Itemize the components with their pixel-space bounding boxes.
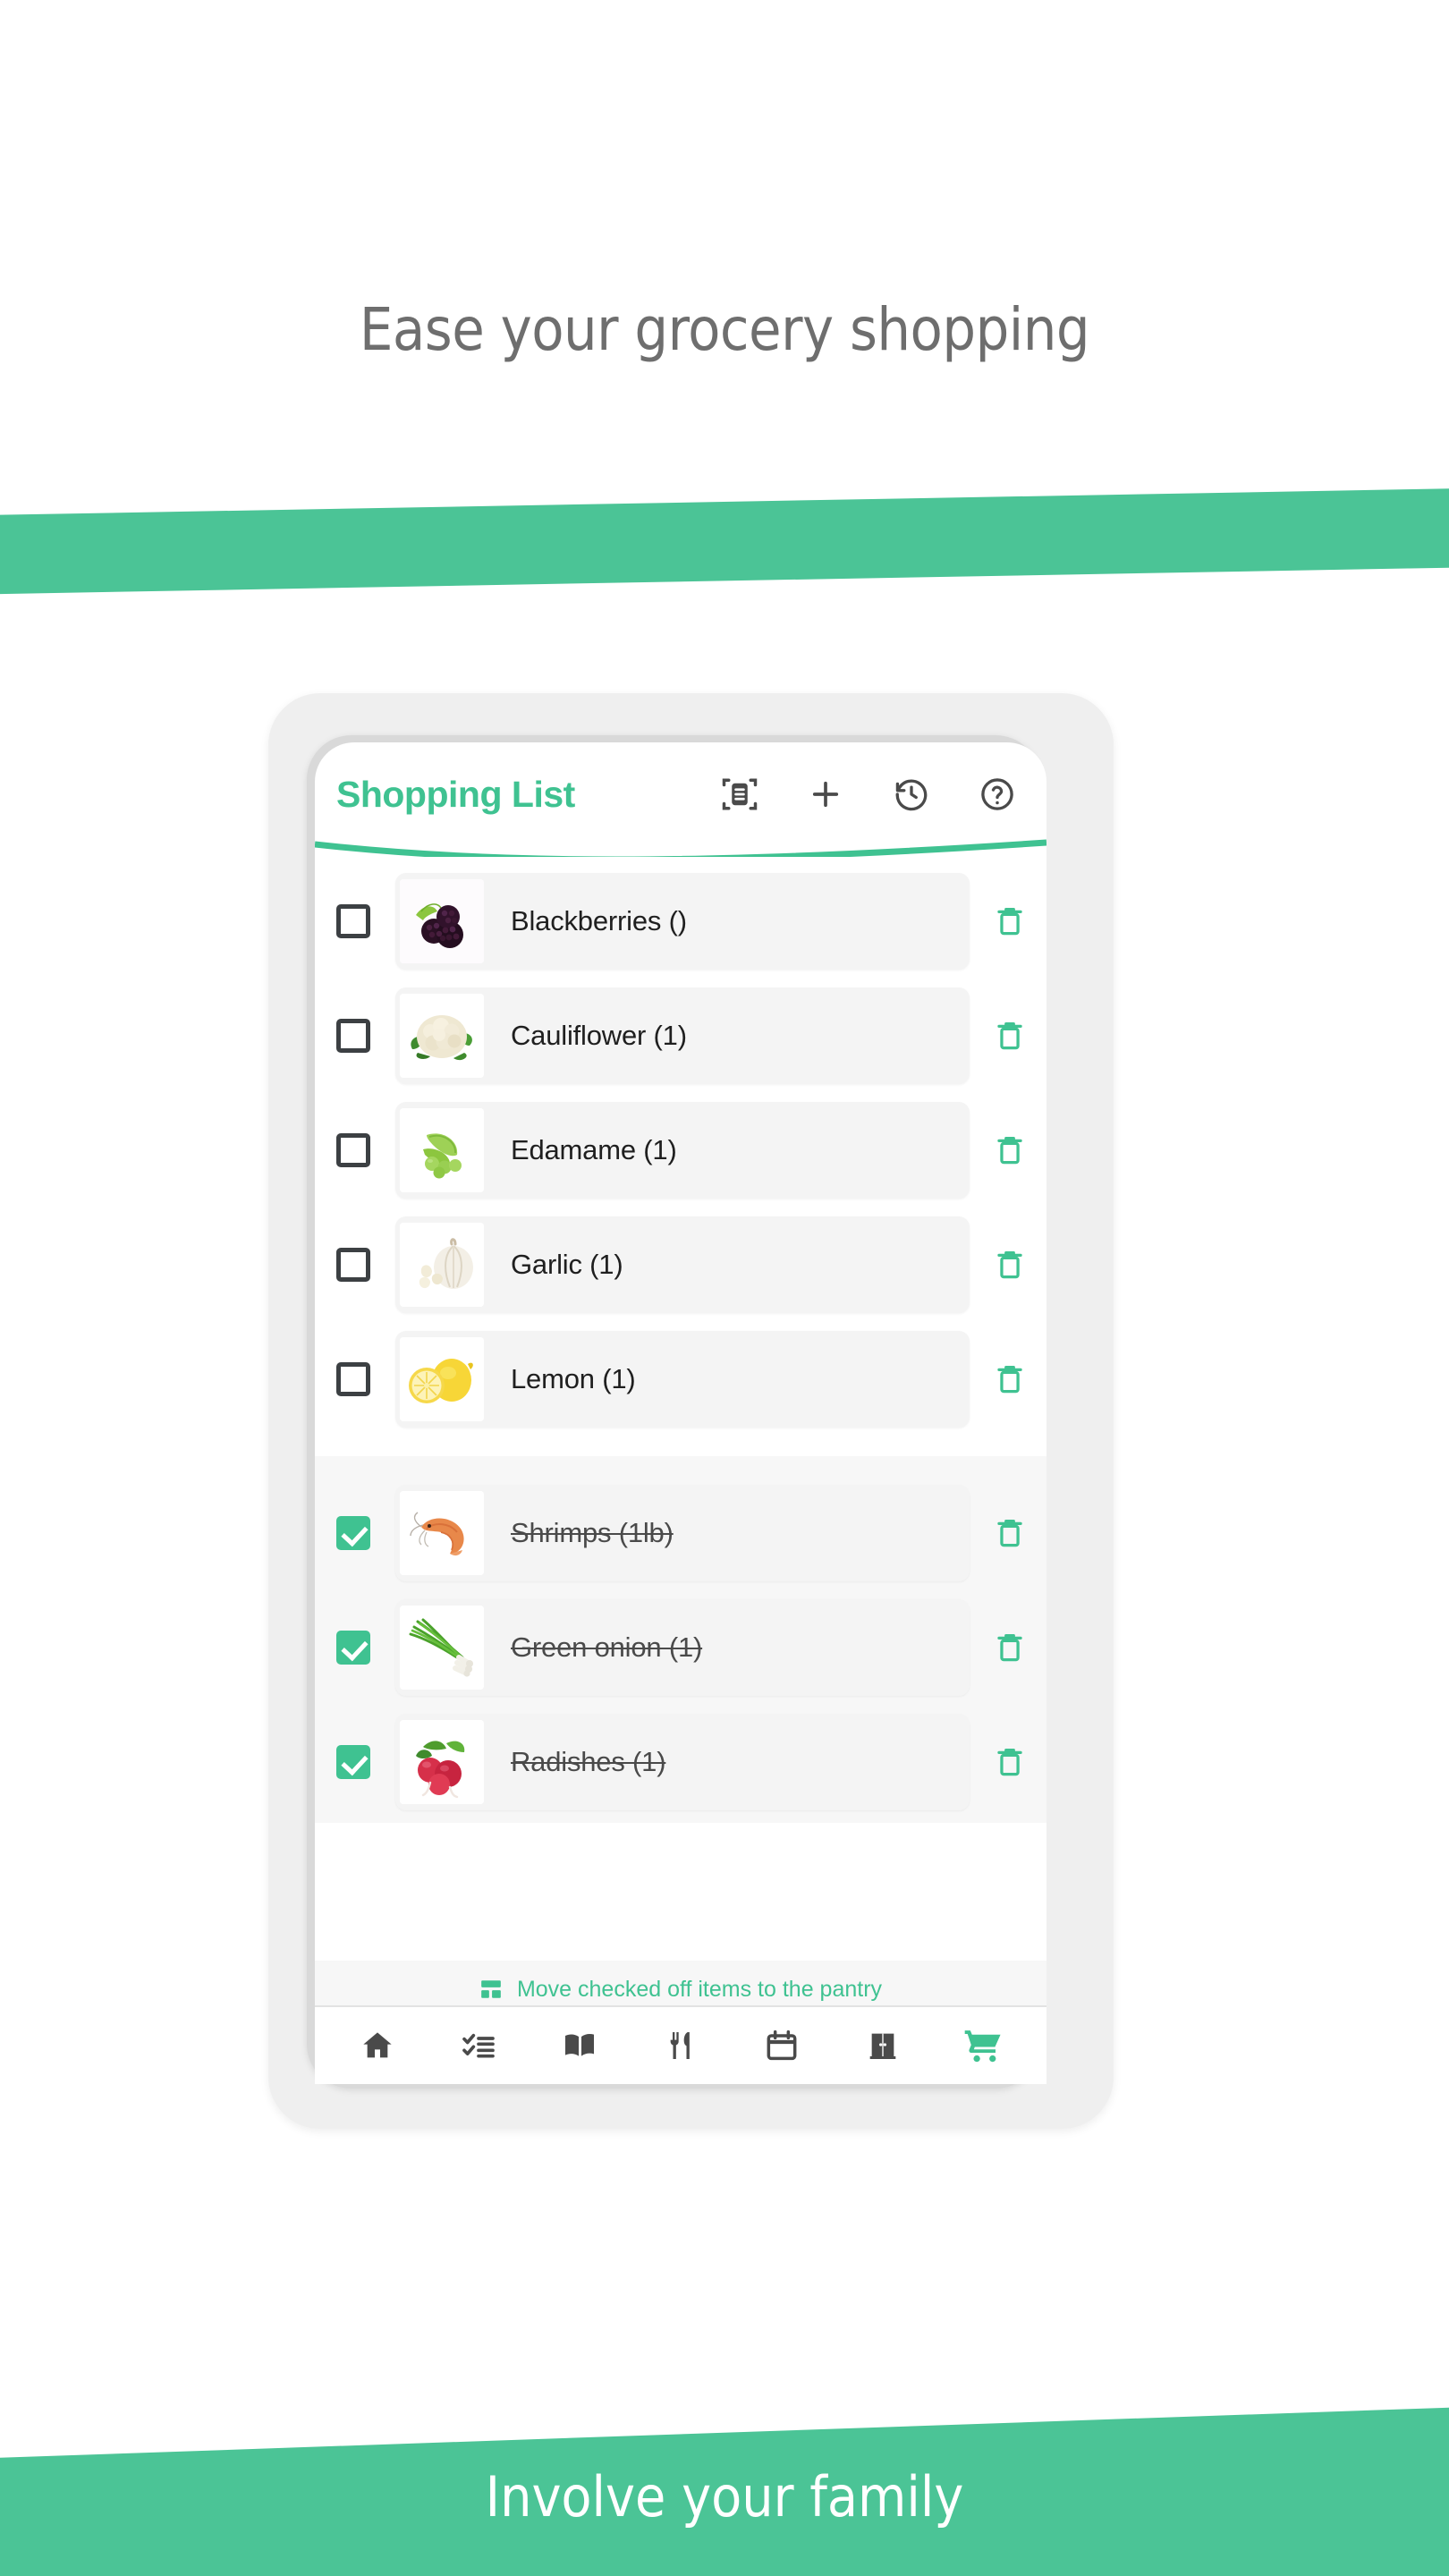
page-title: Shopping List <box>336 773 575 815</box>
shopping-list[interactable]: Blackberries () Cauliflower (1) Edamame … <box>315 857 1046 1957</box>
phone-screen: Shopping List Blackberries () Cauliflowe… <box>315 742 1046 2084</box>
item-checkbox[interactable] <box>336 904 370 938</box>
item-label: Cauliflower (1) <box>511 1020 687 1051</box>
history-icon[interactable] <box>891 774 932 815</box>
item-checkbox[interactable] <box>336 1133 370 1167</box>
promo-screenshot: Ease your grocery shopping Shopping List <box>0 0 1449 2576</box>
list-item[interactable]: Cauliflower (1) <box>315 979 1046 1093</box>
section-checked-items: Shrimps (1lb) Green onion (1) Radishes (… <box>315 1456 1046 1823</box>
move-to-pantry-label: Move checked off items to the pantry <box>516 1976 883 2002</box>
delete-icon[interactable] <box>982 1502 1038 1564</box>
scan-barcode-icon[interactable] <box>719 774 760 815</box>
item-card[interactable]: Garlic (1) <box>395 1216 970 1313</box>
cauliflower-image <box>400 994 484 1078</box>
item-card[interactable]: Cauliflower (1) <box>395 987 970 1084</box>
lemon-image <box>400 1337 484 1421</box>
promo-footer-headline: Involve your family <box>485 2464 964 2529</box>
green-onion-image <box>400 1606 484 1690</box>
nav-pantry-icon[interactable] <box>855 2018 911 2073</box>
item-label: Green onion (1) <box>511 1631 703 1663</box>
dashboard-icon <box>479 1978 503 2001</box>
item-checkbox[interactable] <box>336 1516 370 1550</box>
delete-icon[interactable] <box>982 1004 1038 1067</box>
item-card[interactable]: Blackberries () <box>395 873 970 970</box>
nav-lists-icon[interactable] <box>451 2018 506 2073</box>
delete-icon[interactable] <box>982 1731 1038 1793</box>
list-item[interactable]: Shrimps (1lb) <box>315 1476 1046 1590</box>
promo-headline: Ease your grocery shopping <box>359 295 1090 364</box>
nav-calendar-icon[interactable] <box>754 2018 809 2073</box>
item-card[interactable]: Edamame (1) <box>395 1102 970 1199</box>
garlic-image <box>400 1223 484 1307</box>
edamame-image <box>400 1108 484 1192</box>
app-header: Shopping List <box>315 742 1046 846</box>
header-actions <box>719 774 1027 815</box>
item-card[interactable]: Radishes (1) <box>395 1714 970 1810</box>
list-item[interactable]: Lemon (1) <box>315 1322 1046 1436</box>
item-checkbox[interactable] <box>336 1745 370 1779</box>
nav-cart-icon[interactable] <box>955 2018 1011 2073</box>
delete-icon[interactable] <box>982 1233 1038 1296</box>
nav-recipes-icon[interactable] <box>552 2018 607 2073</box>
delete-icon[interactable] <box>982 1348 1038 1411</box>
item-card[interactable]: Shrimps (1lb) <box>395 1485 970 1581</box>
delete-icon[interactable] <box>982 1119 1038 1182</box>
list-item[interactable]: Green onion (1) <box>315 1590 1046 1705</box>
list-item[interactable]: Edamame (1) <box>315 1093 1046 1208</box>
item-checkbox[interactable] <box>336 1362 370 1396</box>
blackberries-image <box>400 879 484 963</box>
bottom-navigation[interactable] <box>315 2005 1046 2084</box>
item-label: Edamame (1) <box>511 1134 677 1165</box>
add-icon[interactable] <box>805 774 846 815</box>
help-icon[interactable] <box>977 774 1018 815</box>
item-checkbox[interactable] <box>336 1631 370 1665</box>
item-checkbox[interactable] <box>336 1248 370 1282</box>
item-label: Lemon (1) <box>511 1363 636 1394</box>
radishes-image <box>400 1720 484 1804</box>
item-label: Radishes (1) <box>511 1746 666 1777</box>
item-card[interactable]: Green onion (1) <box>395 1599 970 1696</box>
delete-icon[interactable] <box>982 890 1038 953</box>
nav-meals-icon[interactable] <box>653 2018 708 2073</box>
top-accent-band <box>0 487 1449 595</box>
item-card[interactable]: Lemon (1) <box>395 1331 970 1428</box>
list-item[interactable]: Radishes (1) <box>315 1705 1046 1819</box>
item-checkbox[interactable] <box>336 1019 370 1053</box>
list-item[interactable]: Garlic (1) <box>315 1208 1046 1322</box>
list-item[interactable]: Blackberries () <box>315 864 1046 979</box>
section-unchecked-items: Blackberries () Cauliflower (1) Edamame … <box>315 857 1046 1456</box>
item-label: Blackberries () <box>511 905 687 936</box>
item-label: Shrimps (1lb) <box>511 1517 674 1548</box>
item-label: Garlic (1) <box>511 1249 623 1280</box>
shrimp-image <box>400 1491 484 1575</box>
nav-home-icon[interactable] <box>350 2018 405 2073</box>
delete-icon[interactable] <box>982 1616 1038 1679</box>
